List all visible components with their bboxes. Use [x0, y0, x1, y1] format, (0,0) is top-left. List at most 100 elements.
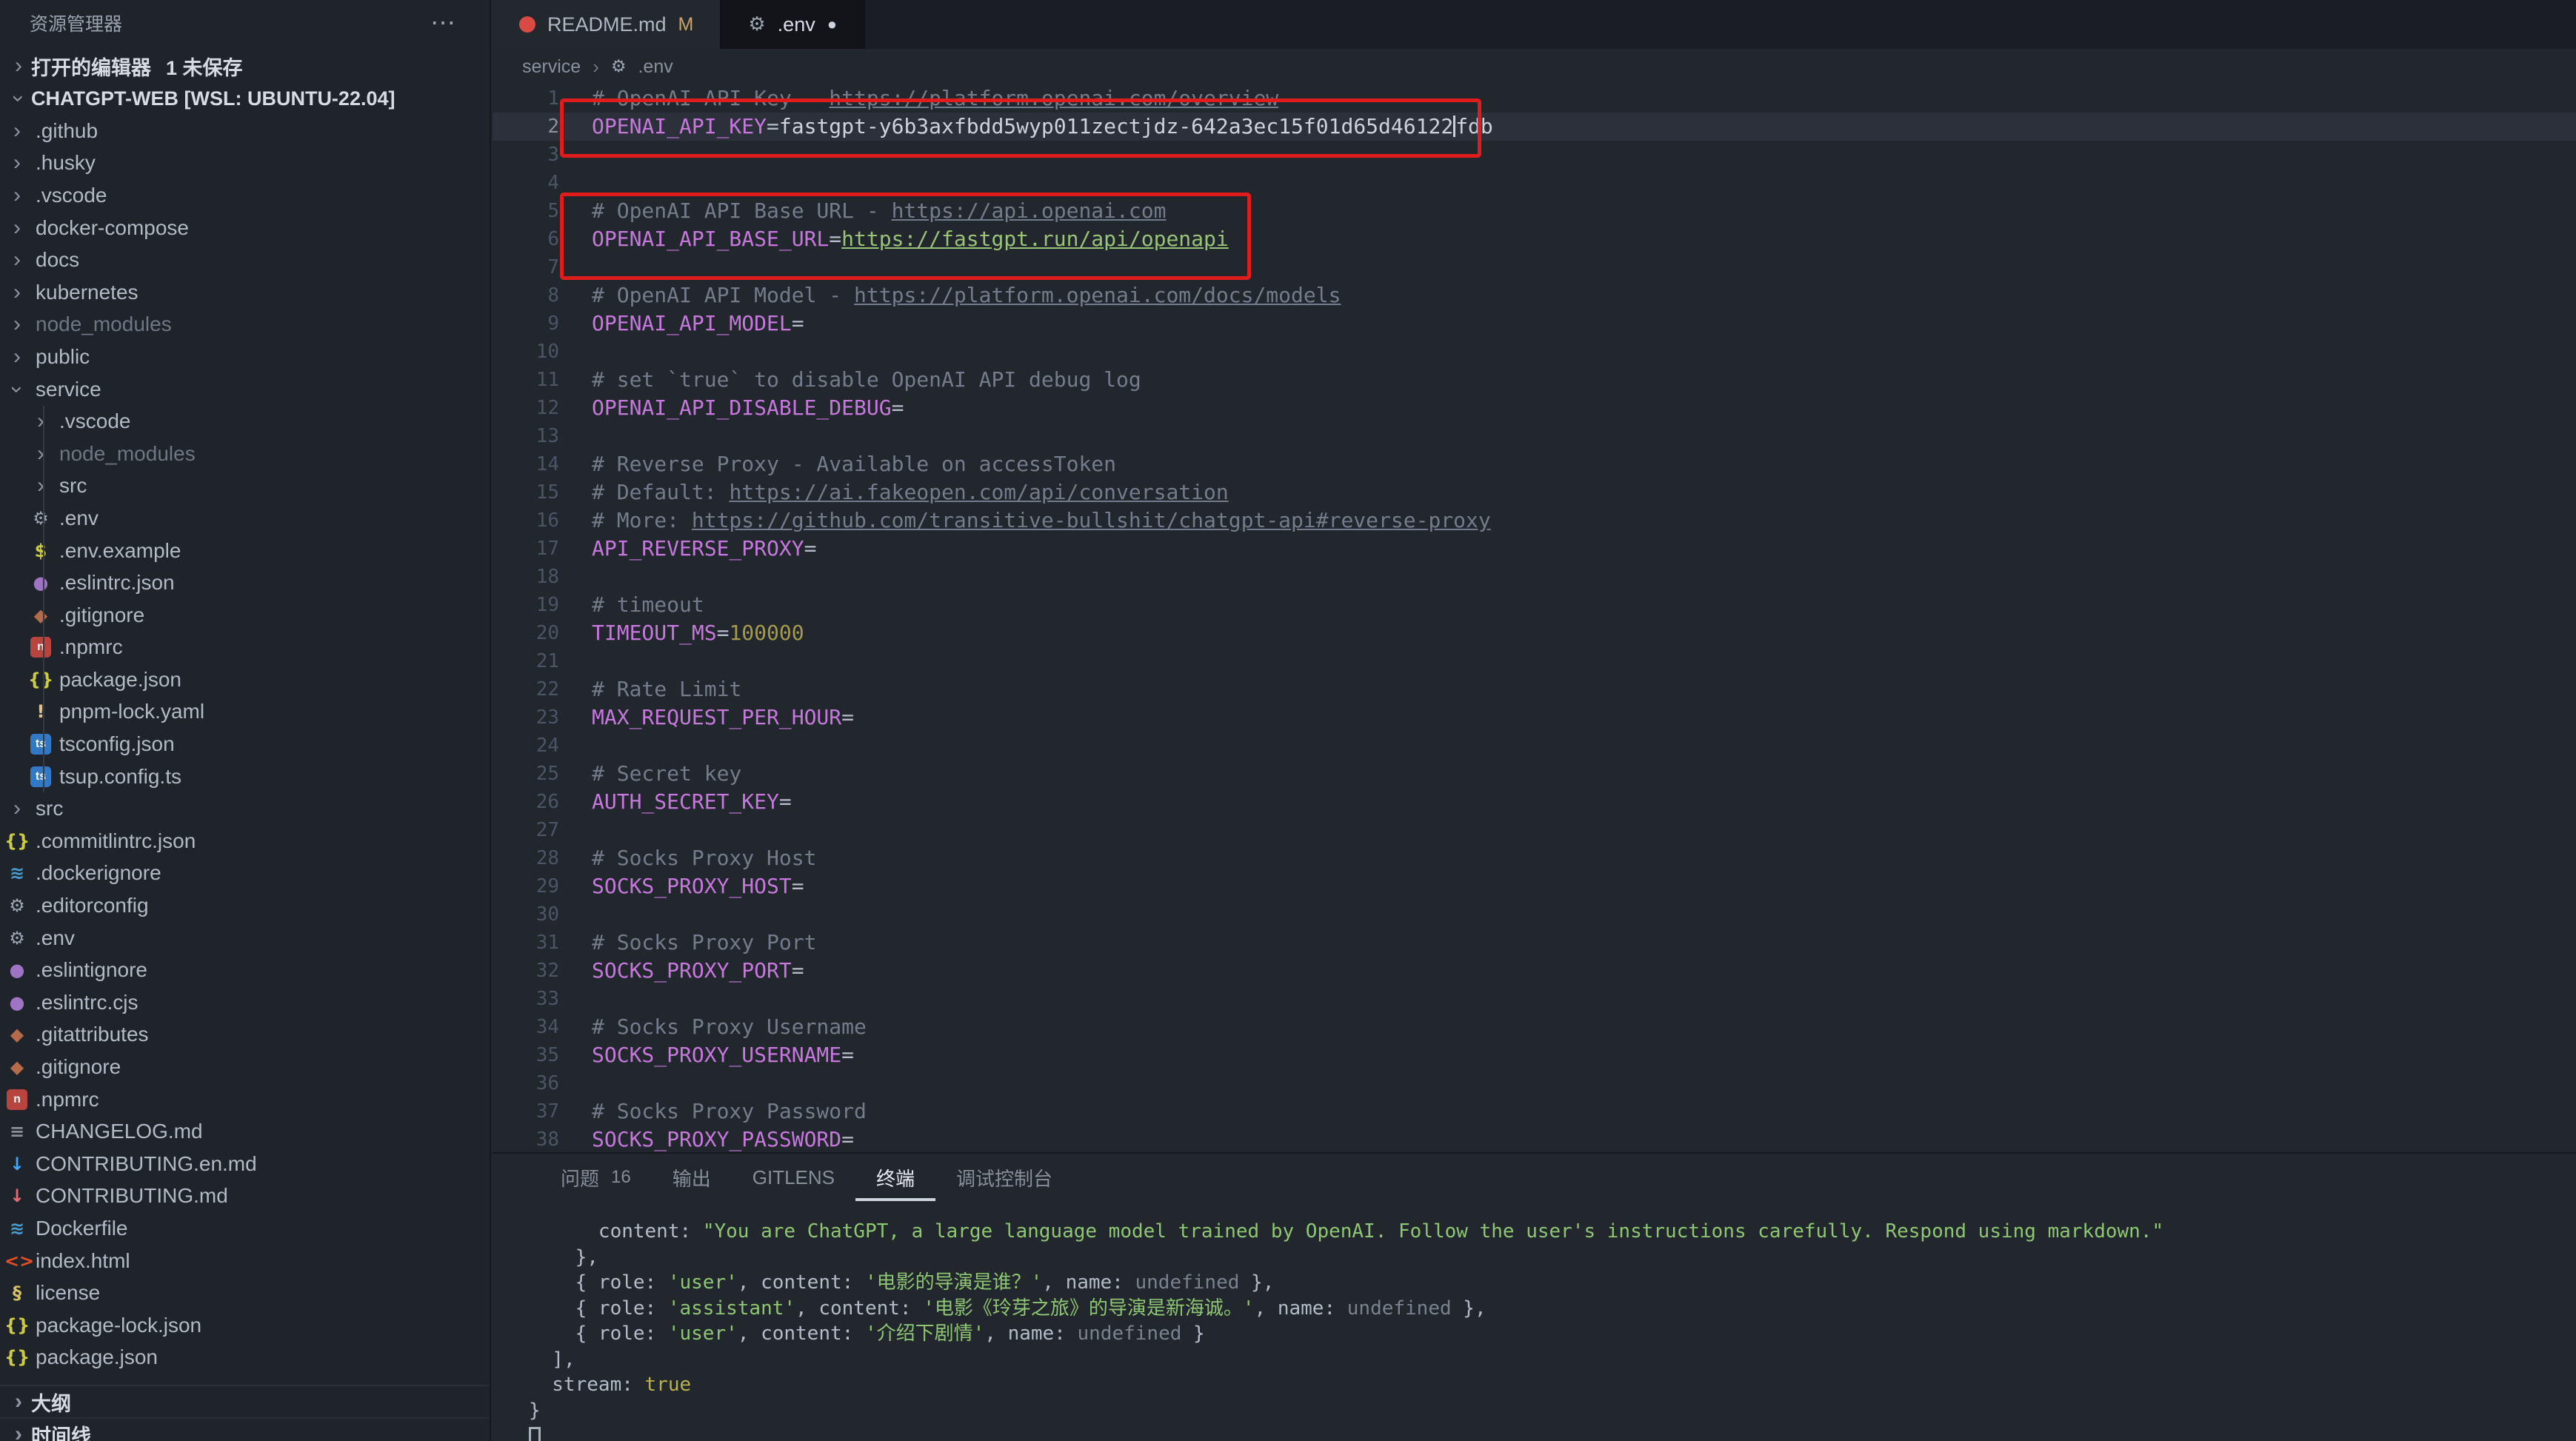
- panel-tab-问题[interactable]: 问题16: [540, 1154, 652, 1201]
- line-number: 8: [493, 281, 559, 310]
- more-actions-icon[interactable]: ⋯: [430, 8, 457, 38]
- tree-file-.commitlintrc.json[interactable]: {}.commitlintrc.json: [0, 825, 490, 857]
- tree-file-pnpm-lock.yaml[interactable]: !pnpm-lock.yaml: [0, 696, 490, 729]
- panel-tab-终端[interactable]: 终端: [855, 1154, 935, 1201]
- timeline-section-header[interactable]: › 时间线: [0, 1417, 490, 1441]
- tree-folder-.vscode[interactable]: ›.vscode: [0, 179, 490, 212]
- tree-folder-docs[interactable]: ›docs: [0, 244, 490, 276]
- tree-file-license[interactable]: §license: [0, 1277, 490, 1309]
- tree-file-CONTRIBUTING.md[interactable]: ↓CONTRIBUTING.md: [0, 1180, 490, 1213]
- code-line-23[interactable]: 23MAX_REQUEST_PER_HOUR=: [493, 703, 2576, 732]
- tree-file-.editorconfig[interactable]: ⚙.editorconfig: [0, 889, 490, 922]
- code-line-22[interactable]: 22# Rate Limit: [493, 675, 2576, 703]
- code-line-29[interactable]: 29SOCKS_PROXY_HOST=: [493, 872, 2576, 900]
- tree-file-.eslintignore[interactable]: ●.eslintignore: [0, 954, 490, 986]
- tree-file-.env[interactable]: ⚙.env: [0, 922, 490, 954]
- tab-env[interactable]: ⚙ .env ●: [721, 0, 865, 49]
- code-line-17[interactable]: 17API_REVERSE_PROXY=: [493, 535, 2576, 563]
- tree-file-package.json[interactable]: {}package.json: [0, 663, 490, 696]
- code-line-21[interactable]: 21: [493, 647, 2576, 675]
- tree-file-.gitignore[interactable]: ◆.gitignore: [0, 1051, 490, 1083]
- code-line-16[interactable]: 16# More: https://github.com/transitive-…: [493, 506, 2576, 535]
- tree-folder-node_modules[interactable]: ›node_modules: [0, 438, 490, 470]
- code-line-2[interactable]: 2OPENAI_API_KEY=fastgpt-y6b3axfbdd5wyp01…: [493, 113, 2576, 141]
- tree-folder-service[interactable]: ›service: [0, 373, 490, 406]
- code-line-24[interactable]: 24: [493, 732, 2576, 760]
- breadcrumb-item-env[interactable]: .env: [638, 56, 673, 78]
- code-line-1[interactable]: 1# OpenAI API Key - https://platform.ope…: [493, 84, 2576, 113]
- tree-file-tsconfig.json[interactable]: tstsconfig.json: [0, 728, 490, 760]
- code-line-32[interactable]: 32SOCKS_PROXY_PORT=: [493, 957, 2576, 985]
- panel-tab-GITLENS[interactable]: GITLENS: [732, 1154, 855, 1201]
- tree-file-.env[interactable]: ⚙.env: [0, 502, 490, 535]
- tree-file-package-lock.json[interactable]: {}package-lock.json: [0, 1309, 490, 1342]
- code-line-18[interactable]: 18: [493, 563, 2576, 591]
- file-label: CHANGELOG.md: [36, 1120, 203, 1143]
- code-line-6[interactable]: 6OPENAI_API_BASE_URL=https://fastgpt.run…: [493, 225, 2576, 253]
- tree-file-.npmrc[interactable]: n.npmrc: [0, 632, 490, 664]
- tree-file-.gitignore[interactable]: ◆.gitignore: [0, 599, 490, 632]
- code-line-8[interactable]: 8# OpenAI API Model - https://platform.o…: [493, 281, 2576, 310]
- code-line-27[interactable]: 27: [493, 816, 2576, 844]
- chevron-right-icon: ›: [28, 475, 53, 497]
- tree-file-Dockerfile[interactable]: ≋Dockerfile: [0, 1212, 490, 1245]
- code-line-9[interactable]: 9OPENAI_API_MODEL=: [493, 310, 2576, 338]
- code-line-11[interactable]: 11# set `true` to disable OpenAI API deb…: [493, 366, 2576, 394]
- code-line-37[interactable]: 37# Socks Proxy Password: [493, 1097, 2576, 1126]
- code-line-35[interactable]: 35SOCKS_PROXY_USERNAME=: [493, 1041, 2576, 1069]
- tab-readme[interactable]: README.md M: [493, 0, 721, 49]
- chevron-right-icon: ›: [4, 184, 30, 207]
- code-line-7[interactable]: 7: [493, 253, 2576, 281]
- panel-tab-输出[interactable]: 输出: [652, 1154, 732, 1201]
- tree-folder-src[interactable]: ›src: [0, 792, 490, 825]
- open-editors-header[interactable]: › 打开的编辑器 1 未保存: [0, 50, 490, 82]
- tree-file-.eslintrc.cjs[interactable]: ●.eslintrc.cjs: [0, 986, 490, 1019]
- md-red-icon: ↓: [4, 1186, 30, 1206]
- code-line-36[interactable]: 36: [493, 1069, 2576, 1097]
- tree-file-package.json[interactable]: {}package.json: [0, 1342, 490, 1374]
- code-line-31[interactable]: 31# Socks Proxy Port: [493, 929, 2576, 957]
- code-line-33[interactable]: 33: [493, 985, 2576, 1013]
- code-line-3[interactable]: 3: [493, 141, 2576, 169]
- code-line-10[interactable]: 10: [493, 338, 2576, 366]
- code-line-26[interactable]: 26AUTH_SECRET_KEY=: [493, 788, 2576, 816]
- code-line-4[interactable]: 4: [493, 169, 2576, 197]
- terminal-output[interactable]: content: "You are ChatGPT, a large langu…: [493, 1201, 2576, 1441]
- open-editors-label: 打开的编辑器: [31, 52, 151, 81]
- tree-folder-src[interactable]: ›src: [0, 470, 490, 503]
- tree-file-.dockerignore[interactable]: ≋.dockerignore: [0, 857, 490, 890]
- code-line-34[interactable]: 34# Socks Proxy Username: [493, 1013, 2576, 1041]
- breadcrumb-item-service[interactable]: service: [522, 56, 581, 78]
- project-root-header[interactable]: › CHATGPT-WEB [WSL: UBUNTU-22.04]: [0, 82, 490, 115]
- tree-folder-kubernetes[interactable]: ›kubernetes: [0, 276, 490, 309]
- tree-folder-node_modules[interactable]: ›node_modules: [0, 309, 490, 341]
- tree-folder-docker-compose[interactable]: ›docker-compose: [0, 212, 490, 244]
- tree-file-.eslintrc.json[interactable]: ●.eslintrc.json: [0, 566, 490, 599]
- tree-file-tsup.config.ts[interactable]: tstsup.config.ts: [0, 760, 490, 793]
- code-line-5[interactable]: 5# OpenAI API Base URL - https://api.ope…: [493, 197, 2576, 225]
- code-line-14[interactable]: 14# Reverse Proxy - Available on accessT…: [493, 450, 2576, 478]
- tree-folder-.github[interactable]: ›.github: [0, 115, 490, 147]
- code-line-13[interactable]: 13: [493, 422, 2576, 450]
- tree-file-CONTRIBUTING.en.md[interactable]: ↓CONTRIBUTING.en.md: [0, 1148, 490, 1180]
- code-line-19[interactable]: 19# timeout: [493, 591, 2576, 619]
- tree-file-CHANGELOG.md[interactable]: ≡CHANGELOG.md: [0, 1115, 490, 1148]
- tree-folder-.husky[interactable]: ›.husky: [0, 147, 490, 180]
- tree-file-.gitattributes[interactable]: ◆.gitattributes: [0, 1019, 490, 1052]
- outline-section-header[interactable]: › 大纲: [0, 1385, 490, 1417]
- tree-folder-.vscode[interactable]: ›.vscode: [0, 405, 490, 438]
- code-line-30[interactable]: 30: [493, 900, 2576, 929]
- file-label: .gitignore: [59, 604, 144, 627]
- panel-tab-调试控制台[interactable]: 调试控制台: [935, 1154, 1073, 1201]
- code-line-38[interactable]: 38SOCKS_PROXY_PASSWORD=: [493, 1126, 2576, 1152]
- code-line-12[interactable]: 12OPENAI_API_DISABLE_DEBUG=: [493, 394, 2576, 422]
- code-line-28[interactable]: 28# Socks Proxy Host: [493, 844, 2576, 872]
- code-line-15[interactable]: 15# Default: https://ai.fakeopen.com/api…: [493, 478, 2576, 506]
- tree-file-index.html[interactable]: <>index.html: [0, 1245, 490, 1277]
- code-line-20[interactable]: 20TIMEOUT_MS=100000: [493, 619, 2576, 647]
- editor-pane[interactable]: 1# OpenAI API Key - https://platform.ope…: [493, 84, 2576, 1152]
- tree-folder-public[interactable]: ›public: [0, 341, 490, 373]
- code-line-25[interactable]: 25# Secret key: [493, 760, 2576, 788]
- tree-file-.env.example[interactable]: $.env.example: [0, 535, 490, 567]
- tree-file-.npmrc[interactable]: n.npmrc: [0, 1083, 490, 1116]
